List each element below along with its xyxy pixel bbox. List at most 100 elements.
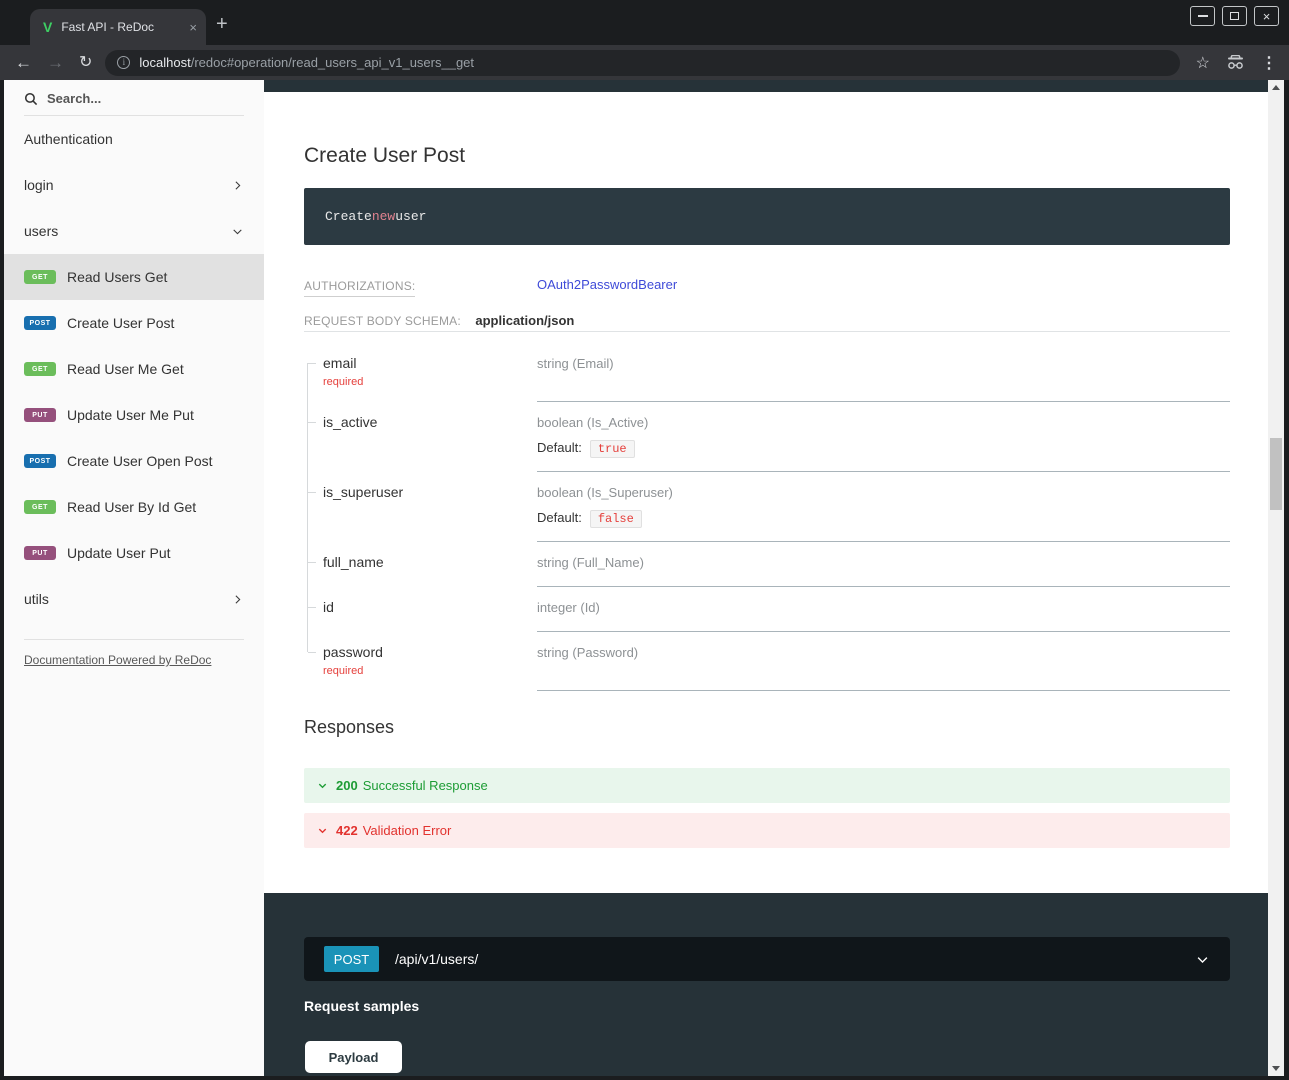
- maximize-button[interactable]: [1222, 6, 1247, 26]
- default-label: Default:: [537, 440, 582, 455]
- response-panel[interactable]: 422 Validation Error: [304, 813, 1230, 848]
- site-info-icon[interactable]: i: [117, 56, 130, 69]
- response-code: 422: [336, 823, 358, 838]
- sidebar-operation[interactable]: POST Create User Open Post: [4, 438, 264, 484]
- field-type: string (Email): [537, 356, 1230, 372]
- sidebar-operation[interactable]: GET Read User By Id Get: [4, 484, 264, 530]
- authorizations-label: AUTHORIZATIONS:: [304, 279, 415, 297]
- scroll-down-arrow-icon[interactable]: [1272, 1066, 1280, 1071]
- tree-connector: [304, 402, 323, 472]
- endpoint-path: /api/v1/users/: [395, 951, 478, 967]
- schema-field-row: is_superuser boolean (Is_Superuser) Defa…: [304, 472, 1230, 542]
- search-icon: [24, 92, 38, 106]
- endpoint-description-code: Create new user: [304, 188, 1230, 245]
- schema-field-row: password required string (Password): [304, 632, 1230, 691]
- browser-menu-icon[interactable]: ⋮: [1261, 53, 1277, 73]
- bookmark-star-icon[interactable]: ☆: [1196, 53, 1210, 73]
- description-text: Create: [325, 209, 372, 224]
- url-bar[interactable]: i localhost/redoc#operation/read_users_a…: [105, 50, 1179, 76]
- response-label: Validation Error: [363, 823, 452, 838]
- chevron-down-icon: [231, 225, 244, 238]
- tree-connector: [304, 542, 323, 587]
- operation-label: Create User Post: [67, 315, 174, 331]
- field-name: id: [323, 599, 537, 616]
- field-required-label: required: [323, 376, 537, 388]
- sidebar-operation[interactable]: PUT Update User Put: [4, 530, 264, 576]
- operation-label: Read User By Id Get: [67, 499, 196, 515]
- responses-title: Responses: [304, 717, 394, 738]
- search-box[interactable]: [24, 91, 244, 116]
- sidebar-operation[interactable]: POST Create User Post: [4, 300, 264, 346]
- tree-connector: [304, 632, 323, 691]
- sidebar-item-users[interactable]: users: [4, 208, 264, 254]
- sidebar-operation[interactable]: GET Read Users Get: [4, 254, 264, 300]
- authorizations-row: AUTHORIZATIONS: OAuth2PasswordBearer: [304, 277, 1230, 297]
- scroll-up-arrow-icon[interactable]: [1272, 85, 1280, 90]
- sidebar-operation[interactable]: PUT Update User Me Put: [4, 392, 264, 438]
- method-badge: POST: [24, 316, 56, 330]
- method-badge: PUT: [24, 546, 56, 560]
- sidebar: Authentication login users GET Read User…: [4, 80, 264, 1076]
- chevron-down-icon: [317, 780, 328, 791]
- url-host: localhost: [139, 55, 190, 70]
- request-body-label: REQUEST BODY SCHEMA:: [304, 314, 461, 331]
- browser-titlebar: V Fast API - ReDoc × + ×: [0, 0, 1289, 45]
- method-badge: GET: [24, 500, 56, 514]
- response-panel[interactable]: 200 Successful Response: [304, 768, 1230, 803]
- field-default: Default:false: [537, 510, 1230, 526]
- new-tab-button[interactable]: +: [216, 13, 228, 36]
- field-type: string (Password): [537, 645, 1230, 661]
- method-badge: GET: [24, 270, 56, 284]
- forward-button[interactable]: →: [47, 54, 64, 71]
- request-samples-title: Request samples: [304, 998, 419, 1014]
- chevron-down-icon: [1195, 952, 1210, 967]
- back-button[interactable]: ←: [15, 54, 32, 71]
- operation-label: Create User Open Post: [67, 453, 213, 469]
- description-text: user: [395, 209, 426, 224]
- method-badge: GET: [24, 362, 56, 376]
- default-label: Default:: [537, 510, 582, 525]
- close-icon: ×: [1263, 10, 1271, 23]
- field-name: email: [323, 355, 537, 372]
- description-highlight: new: [372, 209, 395, 224]
- previous-section-edge: [264, 80, 1268, 92]
- endpoint-selector[interactable]: POST /api/v1/users/: [304, 937, 1230, 981]
- search-input[interactable]: [47, 91, 197, 106]
- sidebar-operation[interactable]: GET Read User Me Get: [4, 346, 264, 392]
- redoc-footer-link[interactable]: Documentation Powered by ReDoc: [24, 653, 211, 667]
- sidebar-item-authentication[interactable]: Authentication: [4, 116, 264, 162]
- sidebar-item-login[interactable]: login: [4, 162, 264, 208]
- operation-label: Update User Put: [67, 545, 171, 561]
- minimize-button[interactable]: [1190, 6, 1215, 26]
- schema-field-row: is_active boolean (Is_Active) Default:tr…: [304, 402, 1230, 472]
- responses-list: 200 Successful Response 422 Validation E…: [304, 768, 1230, 858]
- authorization-link[interactable]: OAuth2PasswordBearer: [537, 277, 677, 292]
- default-value: true: [590, 440, 635, 458]
- payload-tab[interactable]: Payload: [305, 1041, 402, 1073]
- field-type: string (Full_Name): [537, 555, 1230, 571]
- field-name: is_superuser: [323, 484, 537, 501]
- browser-tab[interactable]: V Fast API - ReDoc ×: [30, 9, 206, 45]
- sidebar-item-utils[interactable]: utils: [4, 576, 264, 622]
- reload-button[interactable]: ↻: [79, 54, 92, 71]
- schema-field-row: id integer (Id): [304, 587, 1230, 632]
- method-badge: PUT: [24, 408, 56, 422]
- samples-section: POST /api/v1/users/ Request samples Payl…: [264, 893, 1268, 1076]
- tab-close-icon[interactable]: ×: [189, 20, 197, 35]
- schema-divider: [304, 331, 1230, 332]
- field-type: boolean (Is_Superuser): [537, 485, 1230, 501]
- chevron-right-icon: [231, 179, 244, 192]
- request-body-content-type: application/json: [475, 313, 574, 328]
- sidebar-item-label: login: [24, 177, 54, 193]
- field-required-label: required: [323, 665, 537, 677]
- url-path: /redoc#operation/read_users_api_v1_users…: [191, 55, 474, 70]
- page-scrollbar[interactable]: [1268, 80, 1284, 1076]
- field-name: password: [323, 644, 537, 661]
- scrollbar-thumb[interactable]: [1270, 438, 1282, 510]
- operation-label: Read User Me Get: [67, 361, 184, 377]
- tree-connector: [304, 587, 323, 632]
- close-button[interactable]: ×: [1254, 6, 1279, 26]
- sidebar-item-label: utils: [24, 591, 49, 607]
- schema-field-row: email required string (Email): [304, 343, 1230, 402]
- schema-fields: email required string (Email) is_active …: [304, 343, 1230, 691]
